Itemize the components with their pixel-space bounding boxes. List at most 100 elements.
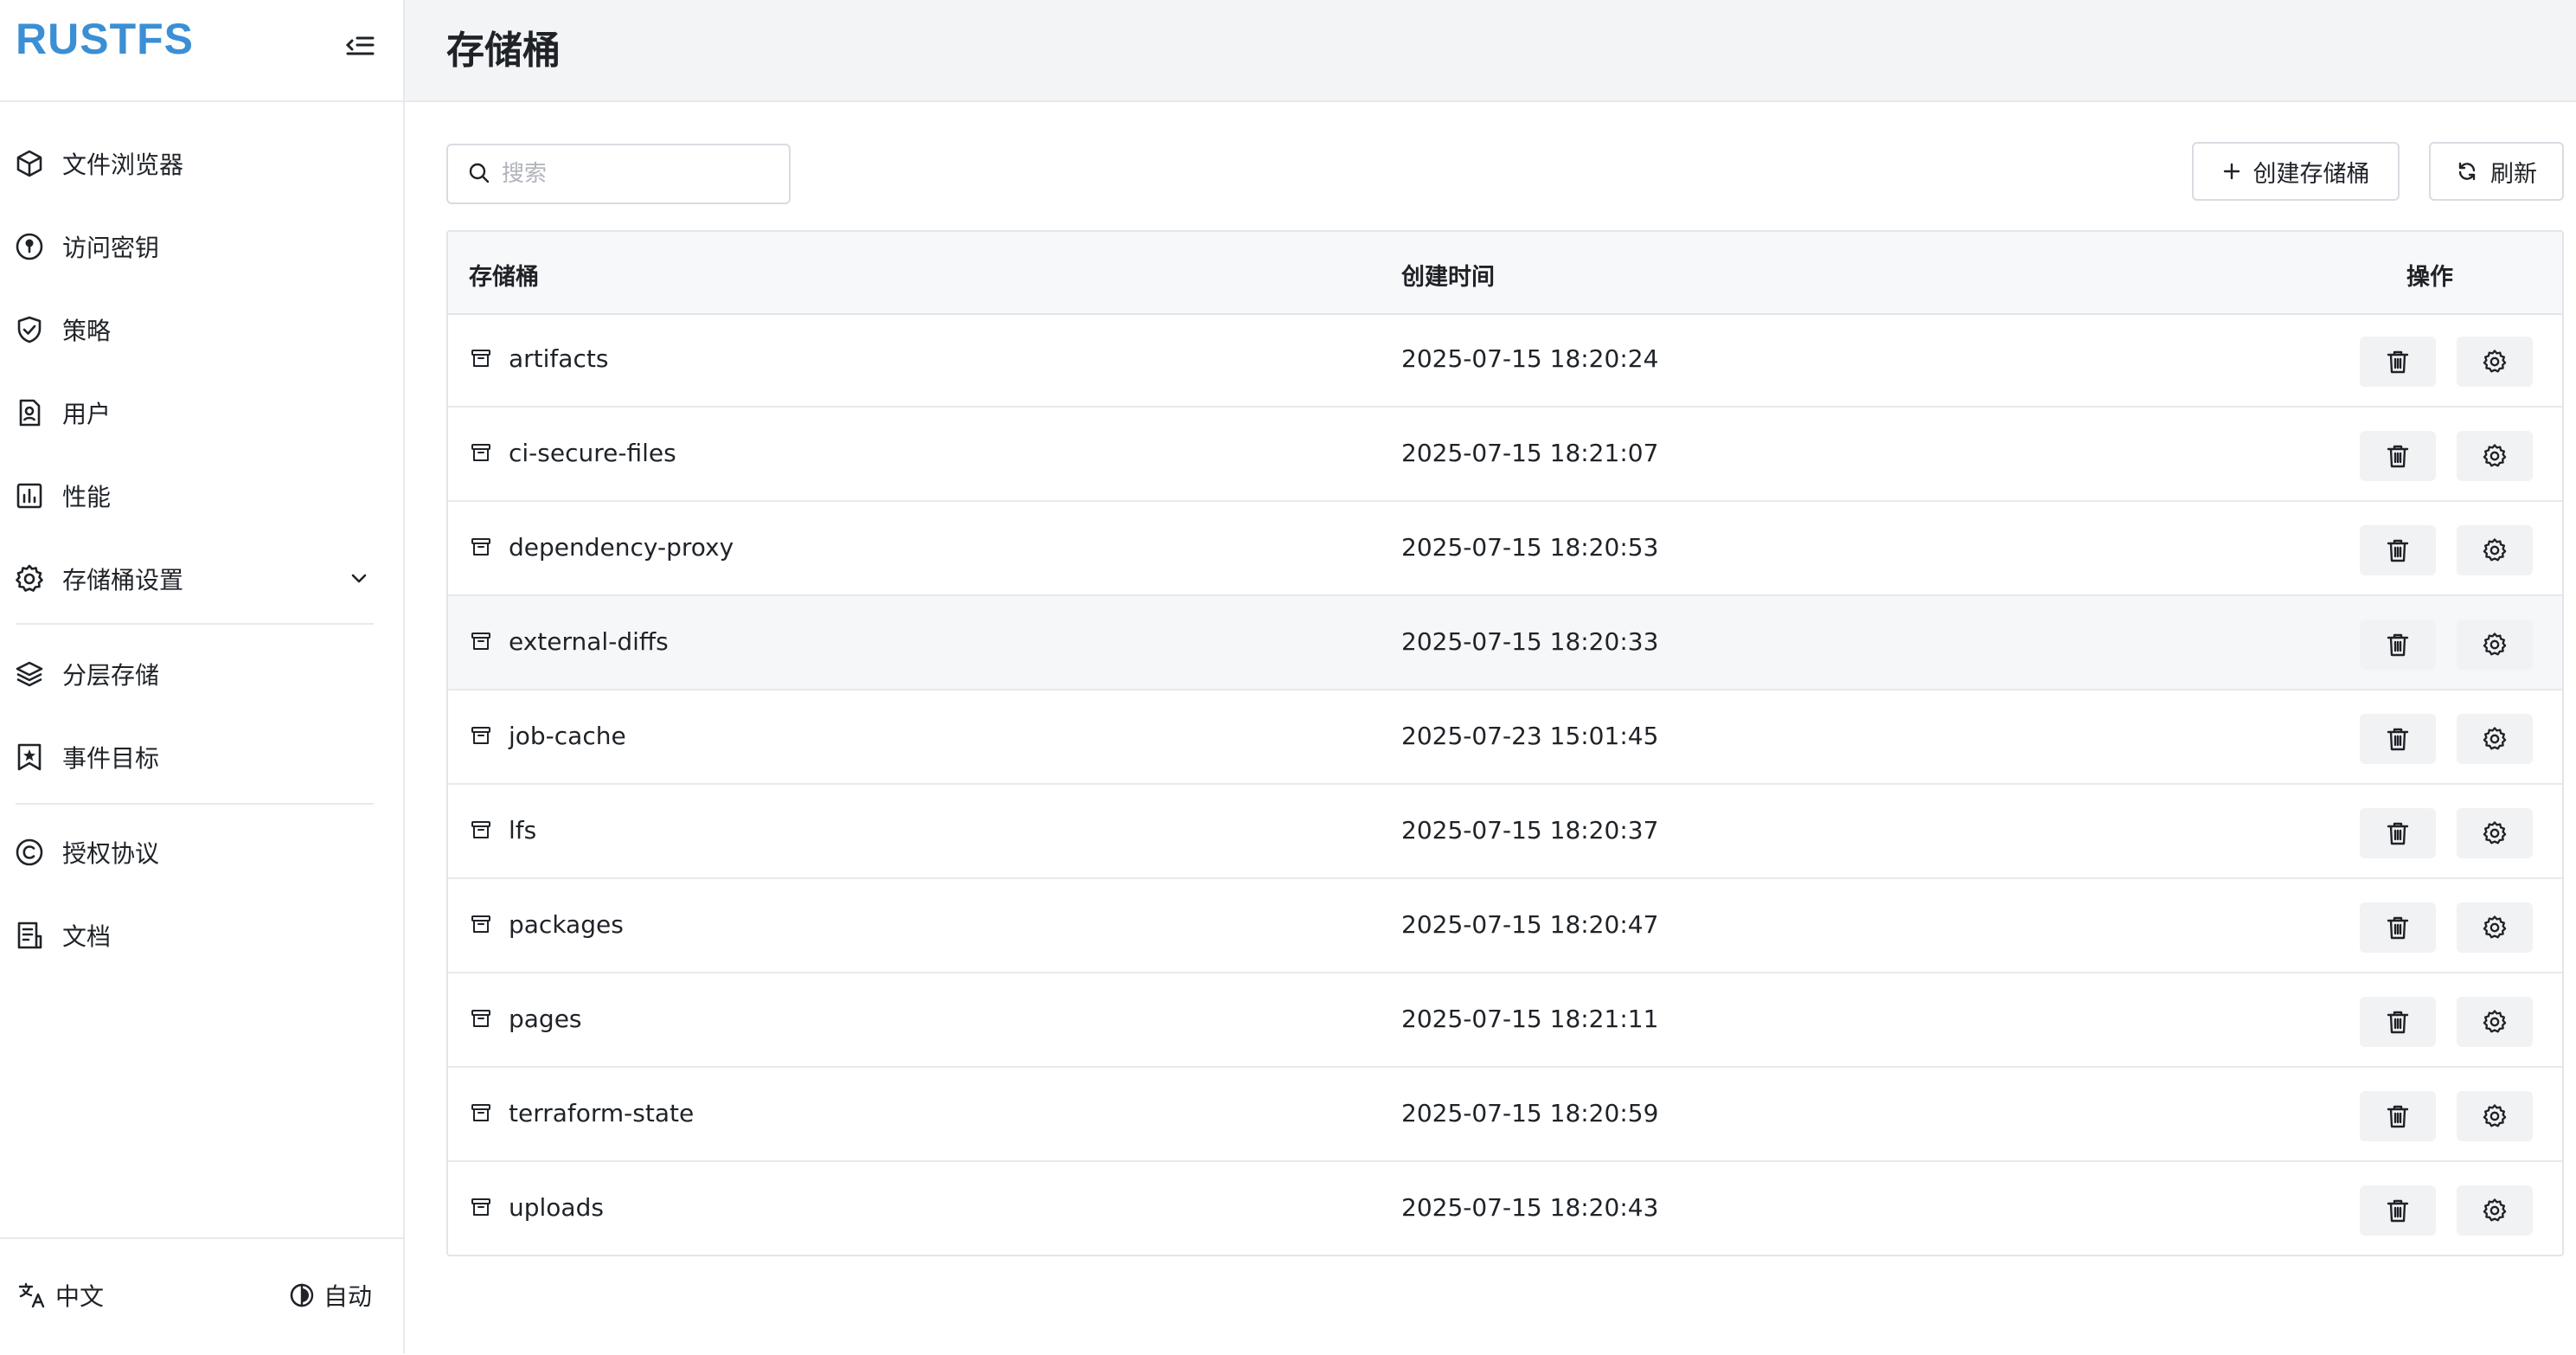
gear-icon	[2482, 820, 2508, 846]
bucket-created-time: 2025-07-15 18:20:53	[1401, 533, 1659, 562]
table-row[interactable]: packages 2025-07-15 18:20:47	[448, 879, 2562, 973]
sidebar-item-license[interactable]: 授权协议	[0, 822, 403, 883]
bookmark-star-icon	[12, 740, 47, 774]
table-row[interactable]: external-diffs 2025-07-15 18:20:33	[448, 596, 2562, 690]
table-row[interactable]: terraform-state 2025-07-15 18:20:59	[448, 1068, 2562, 1162]
sidebar-item-policies[interactable]: 策略	[0, 299, 403, 360]
bucket-created-time: 2025-07-23 15:01:45	[1401, 722, 1659, 750]
table-row[interactable]: uploads 2025-07-15 18:20:43	[448, 1162, 2562, 1255]
sidebar-item-label: 文件浏览器	[62, 151, 184, 179]
sidebar-item-access-keys[interactable]: 访问密钥	[0, 216, 403, 277]
collapse-sidebar-button[interactable]	[341, 29, 379, 64]
refresh-label: 刷新	[2490, 160, 2537, 188]
gear-icon	[2482, 537, 2508, 563]
sidebar-item-label: 访问密钥	[62, 234, 160, 262]
delete-bucket-button[interactable]	[2360, 997, 2436, 1047]
bucket-name[interactable]: pages	[509, 1005, 582, 1033]
search-box[interactable]	[446, 144, 791, 204]
trash-icon	[2385, 726, 2411, 752]
sidebar-item-users[interactable]: 用户	[0, 382, 403, 443]
refresh-button[interactable]: 刷新	[2429, 142, 2564, 201]
sidebar-item-file-browser[interactable]: 文件浏览器	[0, 133, 403, 194]
sidebar-item-docs[interactable]: 文档	[0, 905, 403, 966]
bucket-name[interactable]: dependency-proxy	[509, 533, 734, 562]
table-row[interactable]: pages 2025-07-15 18:21:11	[448, 973, 2562, 1068]
table-row[interactable]: lfs 2025-07-15 18:20:37	[448, 785, 2562, 879]
bucket-settings-button[interactable]	[2457, 902, 2533, 953]
bucket-created-time: 2025-07-15 18:21:11	[1401, 1005, 1659, 1033]
bucket-name[interactable]: packages	[509, 910, 624, 939]
language-label: 中文	[55, 1282, 105, 1311]
bucket-settings-button[interactable]	[2457, 714, 2533, 764]
bucket-settings-button[interactable]	[2457, 620, 2533, 670]
delete-bucket-button[interactable]	[2360, 808, 2436, 858]
chevron-down-icon[interactable]	[344, 564, 374, 594]
plus-icon	[2223, 163, 2240, 180]
main-content: 存储桶 创建存储桶 刷新 存储桶 创建时间 操作 artifacts 2025-0…	[405, 0, 2576, 1353]
bucket-name[interactable]: lfs	[509, 816, 536, 844]
delete-bucket-button[interactable]	[2360, 337, 2436, 387]
column-header-actions: 操作	[2406, 264, 2453, 291]
copyright-icon	[12, 835, 47, 870]
bucket-name[interactable]: uploads	[509, 1193, 604, 1222]
logo-row: RUSTFS	[0, 0, 403, 102]
bucket-name[interactable]: job-cache	[509, 722, 626, 750]
search-input[interactable]	[500, 154, 780, 194]
bucket-name[interactable]: terraform-state	[509, 1099, 694, 1127]
page-title: 存储桶	[446, 29, 561, 73]
gear-icon	[2482, 443, 2508, 469]
sidebar-item-label: 事件目标	[62, 744, 160, 773]
sidebar-item-bucket-settings[interactable]: 存储桶设置	[0, 549, 403, 609]
bucket-created-time: 2025-07-15 18:20:59	[1401, 1099, 1659, 1127]
language-switcher[interactable]: 中文	[17, 1274, 104, 1317]
trash-icon	[2385, 443, 2411, 469]
delete-bucket-button[interactable]	[2360, 525, 2436, 575]
sidebar-item-performance[interactable]: 性能	[0, 466, 403, 526]
create-bucket-button[interactable]: 创建存储桶	[2192, 142, 2400, 201]
bucket-settings-button[interactable]	[2457, 431, 2533, 481]
delete-bucket-button[interactable]	[2360, 431, 2436, 481]
bucket-icon	[471, 1008, 491, 1029]
gear-icon	[12, 562, 47, 596]
table-row[interactable]: artifacts 2025-07-15 18:20:24	[448, 313, 2562, 408]
bucket-settings-button[interactable]	[2457, 525, 2533, 575]
theme-label: 自动	[324, 1282, 373, 1311]
delete-bucket-button[interactable]	[2360, 1185, 2436, 1236]
delete-bucket-button[interactable]	[2360, 714, 2436, 764]
sidebar-item-tiered-storage[interactable]: 分层存储	[0, 644, 403, 704]
column-header-created[interactable]: 创建时间	[1401, 258, 1495, 292]
sidebar-item-label: 策略	[62, 317, 112, 345]
sidebar-footer: 中文 自动	[0, 1237, 403, 1355]
bucket-name[interactable]: ci-secure-files	[509, 439, 676, 467]
page-header: 存储桶	[405, 0, 2576, 102]
sidebar: RUSTFS 文件浏览器 访问密钥 策略 用户 性能 存储桶设置 分层存储 事件…	[0, 0, 405, 1353]
delete-bucket-button[interactable]	[2360, 902, 2436, 953]
delete-bucket-button[interactable]	[2360, 620, 2436, 670]
table-row[interactable]: job-cache 2025-07-23 15:01:45	[448, 690, 2562, 785]
delete-bucket-button[interactable]	[2360, 1091, 2436, 1141]
bucket-table: 存储桶 创建时间 操作 artifacts 2025-07-15 18:20:24…	[446, 230, 2564, 1256]
bucket-settings-button[interactable]	[2457, 337, 2533, 387]
table-row[interactable]: dependency-proxy 2025-07-15 18:20:53	[448, 502, 2562, 596]
bucket-created-time: 2025-07-15 18:20:37	[1401, 816, 1659, 844]
table-row[interactable]: ci-secure-files 2025-07-15 18:21:07	[448, 408, 2562, 502]
search-icon	[469, 163, 490, 183]
create-bucket-label: 创建存储桶	[2252, 160, 2370, 188]
bucket-settings-button[interactable]	[2457, 1185, 2533, 1236]
bucket-icon	[471, 819, 491, 840]
sidebar-item-event-targets[interactable]: 事件目标	[0, 727, 403, 787]
column-header-bucket[interactable]: 存储桶	[469, 258, 539, 292]
gear-icon	[2482, 1198, 2508, 1223]
gear-icon	[2482, 915, 2508, 941]
bucket-name[interactable]: artifacts	[509, 344, 608, 373]
trash-icon	[2385, 1009, 2411, 1035]
bucket-icon	[471, 442, 491, 463]
layers-icon	[12, 657, 47, 691]
theme-icon	[290, 1283, 314, 1307]
bucket-settings-button[interactable]	[2457, 997, 2533, 1047]
theme-switcher[interactable]: 自动	[289, 1274, 372, 1317]
bucket-settings-button[interactable]	[2457, 808, 2533, 858]
bucket-settings-button[interactable]	[2457, 1091, 2533, 1141]
bucket-icon	[471, 1102, 491, 1123]
bucket-name[interactable]: external-diffs	[509, 627, 669, 656]
